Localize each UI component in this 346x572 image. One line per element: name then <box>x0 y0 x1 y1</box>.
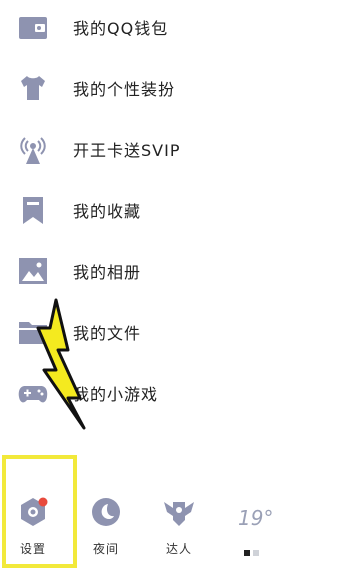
menu-item-wangka-svip[interactable]: 开王卡送SVIP <box>0 122 346 176</box>
expert-label: 达人 <box>165 542 192 556</box>
weather-indicator <box>244 550 262 558</box>
menu-label: 我的QQ钱包 <box>73 19 169 38</box>
menu-item-wallet[interactable]: 我的QQ钱包 <box>0 0 346 54</box>
bookmark-icon <box>17 194 49 226</box>
photo-icon <box>17 255 49 287</box>
winged-badge-icon <box>163 496 195 528</box>
night-label: 夜间 <box>92 542 119 556</box>
signal-tower-icon <box>17 133 49 165</box>
menu-item-favorites[interactable]: 我的收藏 <box>0 183 346 237</box>
tshirt-icon <box>17 72 49 104</box>
menu-label: 我的收藏 <box>73 202 142 221</box>
expert-button[interactable]: 达人 <box>144 456 214 572</box>
lightning-bolt-annotation <box>36 298 86 430</box>
indicator-dot <box>253 550 259 556</box>
menu-label: 我的个性装扮 <box>73 80 176 99</box>
menu-label: 开王卡送SVIP <box>73 141 181 160</box>
settings-highlight-annotation <box>2 455 77 568</box>
wallet-icon <box>17 11 49 43</box>
moon-icon <box>90 496 122 528</box>
menu-item-album[interactable]: 我的相册 <box>0 244 346 298</box>
indicator-dot <box>244 550 250 556</box>
weather-temperature[interactable]: 19° <box>238 506 273 530</box>
menu-item-dress-up[interactable]: 我的个性装扮 <box>0 61 346 115</box>
night-mode-button[interactable]: 夜间 <box>71 456 141 572</box>
menu-label: 我的相册 <box>73 263 142 282</box>
